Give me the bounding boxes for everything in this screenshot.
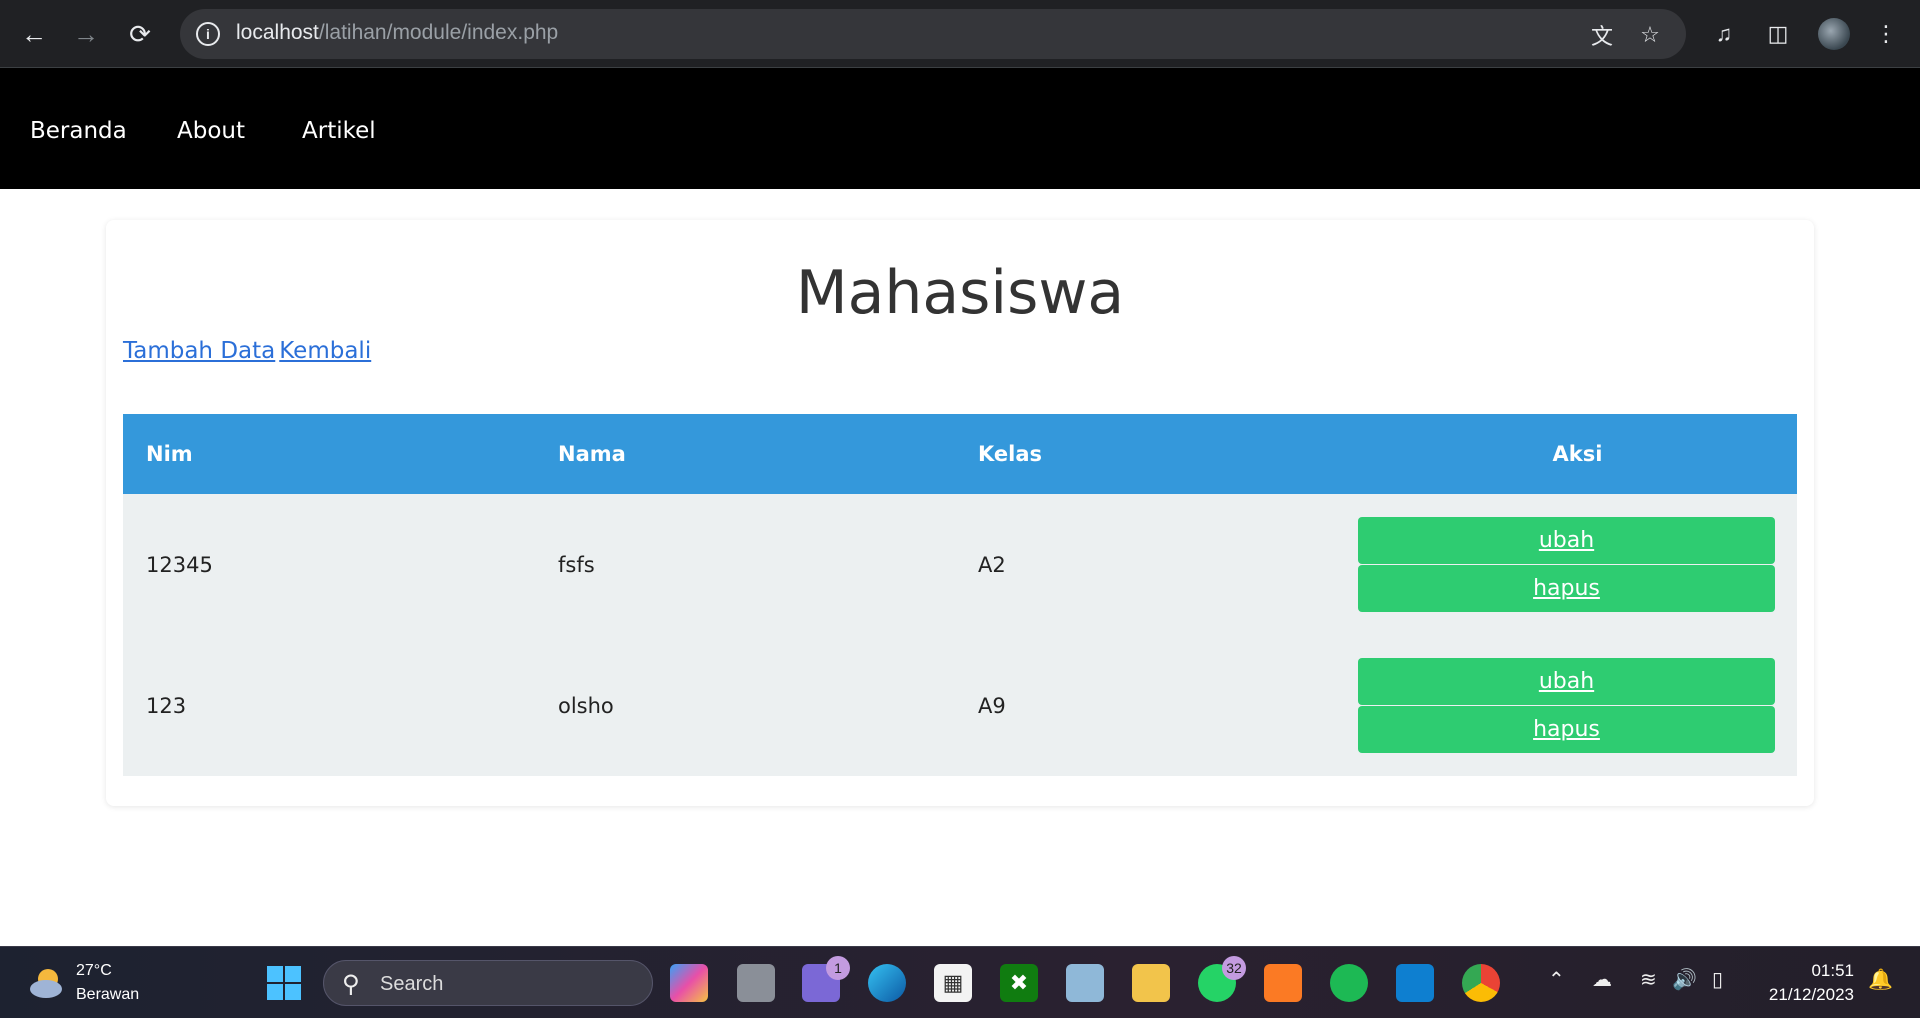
cell-nim: 12345 bbox=[146, 552, 213, 577]
edit-button[interactable]: ubah bbox=[1358, 516, 1775, 564]
header-aksi: Aksi bbox=[1552, 442, 1603, 466]
file-explorer-icon[interactable] bbox=[1132, 964, 1170, 1002]
header-kelas: Kelas bbox=[978, 442, 1043, 466]
vscode-icon[interactable] bbox=[1396, 964, 1434, 1002]
chevron-up-icon[interactable]: ⌃ bbox=[1548, 967, 1565, 992]
xampp-icon[interactable] bbox=[1264, 964, 1302, 1002]
table-row: 12345 fsfs A2 ubah hapus bbox=[123, 494, 1797, 635]
chrome-icon[interactable] bbox=[1462, 964, 1500, 1002]
windows-start-icon[interactable] bbox=[265, 964, 303, 1002]
weather-temperature: 27°C bbox=[76, 962, 112, 979]
microsoft-store-icon[interactable]: ▦ bbox=[934, 964, 972, 1002]
copilot-icon[interactable] bbox=[670, 964, 708, 1002]
action-links: Tambah Data Kembali bbox=[123, 338, 375, 364]
cell-aksi: ubah hapus bbox=[1358, 635, 1797, 776]
notification-bell-icon[interactable]: 🔔 bbox=[1868, 967, 1893, 992]
wifi-icon[interactable]: ≋ bbox=[1640, 967, 1657, 992]
nav-about[interactable]: About bbox=[177, 118, 245, 144]
task-view-icon[interactable] bbox=[737, 964, 775, 1002]
cell-nim: 123 bbox=[146, 693, 187, 718]
table-header-row: Nim Nama Kelas Aksi bbox=[123, 414, 1797, 494]
delete-button[interactable]: hapus bbox=[1358, 564, 1775, 612]
cell-aksi: ubah hapus bbox=[1358, 494, 1797, 635]
back-arrow-icon[interactable]: ← bbox=[14, 14, 54, 54]
edit-button[interactable]: ubah bbox=[1358, 657, 1775, 705]
top-navigation: Beranda About Artikel bbox=[0, 68, 1920, 189]
translate-icon[interactable]: 文 bbox=[1588, 21, 1616, 49]
reload-icon[interactable]: ⟳ bbox=[120, 14, 160, 54]
cell-nama: fsfs bbox=[558, 552, 595, 577]
search-placeholder: Search bbox=[380, 973, 444, 995]
add-data-link[interactable]: Tambah Data bbox=[123, 338, 275, 364]
windows-taskbar: 27°C Berawan ⚲ Search 1 ▦ ✖ 32 ⌃ ☁ ≋ 🔊 ▯… bbox=[0, 946, 1920, 1018]
student-table: Nim Nama Kelas Aksi 12345 fsfs A2 ubah h… bbox=[123, 414, 1797, 776]
edge-browser-icon[interactable] bbox=[868, 964, 906, 1002]
search-icon: ⚲ bbox=[342, 971, 360, 998]
whatsapp-icon[interactable]: 32 bbox=[1198, 956, 1246, 1002]
browser-toolbar: ← → ⟳ i localhost/latihan/module/index.p… bbox=[0, 0, 1920, 68]
volume-icon[interactable]: 🔊 bbox=[1672, 967, 1697, 992]
system-clock[interactable]: 01:51 21/12/2023 bbox=[1752, 959, 1854, 1007]
onedrive-cloud-icon[interactable]: ☁ bbox=[1592, 967, 1612, 992]
cell-kelas: A2 bbox=[978, 552, 1006, 577]
media-control-icon[interactable]: ♫ bbox=[1710, 20, 1738, 48]
back-link[interactable]: Kembali bbox=[279, 338, 371, 364]
cell-kelas: A9 bbox=[978, 693, 1006, 718]
weather-description: Berawan bbox=[76, 986, 140, 1003]
side-panel-icon[interactable]: ◫ bbox=[1764, 20, 1792, 48]
clock-date: 21/12/2023 bbox=[1768, 985, 1854, 1004]
table-row: 123 olsho A9 ubah hapus bbox=[123, 635, 1797, 776]
spotify-icon[interactable] bbox=[1330, 964, 1368, 1002]
menu-kebab-icon[interactable]: ⋮ bbox=[1872, 20, 1900, 48]
cell-nama: olsho bbox=[558, 693, 614, 718]
address-url[interactable]: localhost/latihan/module/index.php bbox=[236, 21, 558, 45]
header-nim: Nim bbox=[146, 442, 193, 466]
profile-avatar[interactable] bbox=[1818, 18, 1850, 50]
weather-cloud-icon[interactable] bbox=[26, 961, 70, 1005]
taskbar-search[interactable]: ⚲ Search bbox=[323, 960, 653, 1006]
address-bar[interactable]: i localhost/latihan/module/index.php 文 ☆ bbox=[180, 9, 1686, 59]
nav-beranda[interactable]: Beranda bbox=[30, 118, 127, 144]
content-card: Mahasiswa Tambah Data Kembali Nim Nama Ke… bbox=[106, 220, 1814, 806]
unknown-app-icon[interactable] bbox=[1066, 964, 1104, 1002]
forward-arrow-icon[interactable]: → bbox=[66, 14, 106, 54]
whatsapp-badge: 32 bbox=[1222, 956, 1246, 980]
page-title: Mahasiswa bbox=[795, 258, 1125, 328]
site-info-icon[interactable]: i bbox=[196, 22, 220, 46]
teams-chat-icon[interactable]: 1 bbox=[802, 956, 850, 1002]
nav-artikel[interactable]: Artikel bbox=[302, 118, 376, 144]
header-nama: Nama bbox=[558, 442, 626, 466]
xbox-icon[interactable]: ✖ bbox=[1000, 964, 1038, 1002]
delete-button[interactable]: hapus bbox=[1358, 705, 1775, 753]
teams-badge: 1 bbox=[826, 956, 850, 980]
battery-icon[interactable]: ▯ bbox=[1712, 967, 1723, 992]
weather-widget[interactable]: 27°C Berawan bbox=[76, 959, 139, 1007]
bookmark-star-icon[interactable]: ☆ bbox=[1636, 21, 1664, 49]
clock-time: 01:51 bbox=[1811, 961, 1854, 980]
